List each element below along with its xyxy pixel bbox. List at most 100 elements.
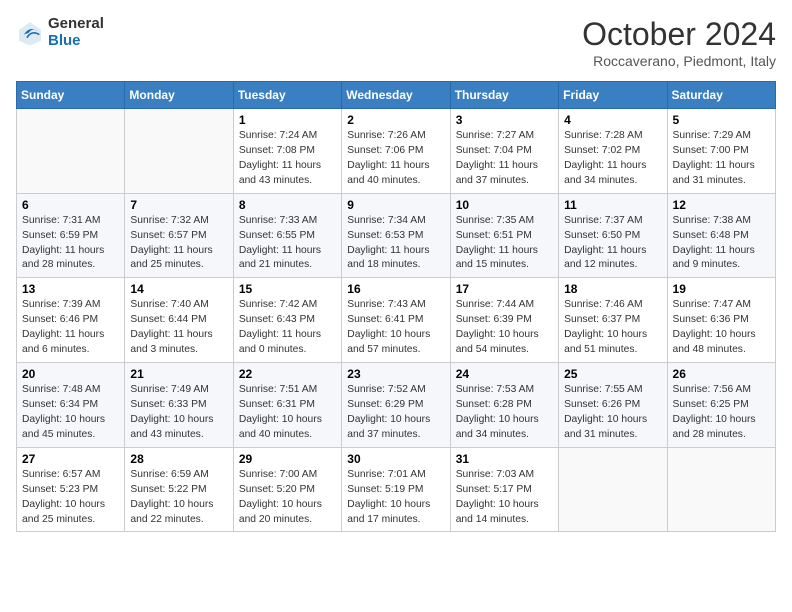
calendar-cell: 18 Sunrise: 7:46 AM Sunset: 6:37 PM Dayli… [559, 278, 667, 363]
day-info: Sunrise: 7:38 AM Sunset: 6:48 PM Dayligh… [673, 214, 770, 274]
calendar-cell: 23 Sunrise: 7:52 AM Sunset: 6:29 PM Dayli… [342, 363, 450, 448]
calendar-cell: 20 Sunrise: 7:48 AM Sunset: 6:34 PM Dayli… [17, 363, 125, 448]
day-number: 9 [347, 198, 444, 212]
day-info: Sunrise: 7:34 AM Sunset: 6:53 PM Dayligh… [347, 214, 444, 274]
calendar-cell: 21Sunrise: 7:49 AM Sunset: 6:33 PM Dayli… [125, 363, 233, 448]
calendar-week-row: 27Sunrise: 6:57 AM Sunset: 5:23 PM Dayli… [17, 447, 776, 532]
day-info: Sunrise: 6:59 AM Sunset: 5:22 PM Dayligh… [130, 468, 227, 528]
day-number: 21 [130, 367, 227, 381]
day-number: 27 [22, 452, 119, 466]
day-number: 5 [673, 113, 770, 127]
calendar-cell: 13Sunrise: 7:39 AM Sunset: 6:46 PM Dayli… [17, 278, 125, 363]
calendar-cell: 11 Sunrise: 7:37 AM Sunset: 6:50 PM Dayli… [559, 193, 667, 278]
calendar-cell: 1 Sunrise: 7:24 AM Sunset: 7:08 PM Daylig… [233, 109, 341, 194]
calendar-cell: 17 Sunrise: 7:44 AM Sunset: 6:39 PM Dayli… [450, 278, 558, 363]
day-number: 18 [564, 282, 661, 296]
calendar-cell: 26 Sunrise: 7:56 AM Sunset: 6:25 PM Dayli… [667, 363, 775, 448]
day-number: 24 [456, 367, 553, 381]
calendar-cell: 28 Sunrise: 6:59 AM Sunset: 5:22 PM Dayli… [125, 447, 233, 532]
calendar-cell [17, 109, 125, 194]
column-header-tuesday: Tuesday [233, 82, 341, 109]
day-info: Sunrise: 7:32 AM Sunset: 6:57 PM Dayligh… [130, 214, 227, 274]
calendar-cell: 22 Sunrise: 7:51 AM Sunset: 6:31 PM Dayli… [233, 363, 341, 448]
calendar-week-row: 13Sunrise: 7:39 AM Sunset: 6:46 PM Dayli… [17, 278, 776, 363]
day-number: 11 [564, 198, 661, 212]
day-info: Sunrise: 7:35 AM Sunset: 6:51 PM Dayligh… [456, 214, 553, 274]
day-info: Sunrise: 7:03 AM Sunset: 5:17 PM Dayligh… [456, 468, 553, 528]
calendar-cell: 19 Sunrise: 7:47 AM Sunset: 6:36 PM Dayli… [667, 278, 775, 363]
calendar-cell: 7Sunrise: 7:32 AM Sunset: 6:57 PM Daylig… [125, 193, 233, 278]
day-info: Sunrise: 7:51 AM Sunset: 6:31 PM Dayligh… [239, 383, 336, 443]
column-header-saturday: Saturday [667, 82, 775, 109]
day-info: Sunrise: 7:26 AM Sunset: 7:06 PM Dayligh… [347, 129, 444, 189]
day-number: 20 [22, 367, 119, 381]
day-info: Sunrise: 7:44 AM Sunset: 6:39 PM Dayligh… [456, 298, 553, 358]
calendar-cell: 16 Sunrise: 7:43 AM Sunset: 6:41 PM Dayli… [342, 278, 450, 363]
column-header-sunday: Sunday [17, 82, 125, 109]
location-text: Roccaverano, Piedmont, Italy [582, 53, 776, 69]
day-number: 19 [673, 282, 770, 296]
day-info: Sunrise: 7:56 AM Sunset: 6:25 PM Dayligh… [673, 383, 770, 443]
calendar-week-row: 6 Sunrise: 7:31 AM Sunset: 6:59 PM Daylig… [17, 193, 776, 278]
calendar-cell: 10 Sunrise: 7:35 AM Sunset: 6:51 PM Dayli… [450, 193, 558, 278]
day-number: 25 [564, 367, 661, 381]
calendar-cell: 24 Sunrise: 7:53 AM Sunset: 6:28 PM Dayli… [450, 363, 558, 448]
calendar-cell: 9 Sunrise: 7:34 AM Sunset: 6:53 PM Daylig… [342, 193, 450, 278]
day-info: Sunrise: 7:52 AM Sunset: 6:29 PM Dayligh… [347, 383, 444, 443]
day-number: 29 [239, 452, 336, 466]
day-number: 4 [564, 113, 661, 127]
day-info: Sunrise: 7:01 AM Sunset: 5:19 PM Dayligh… [347, 468, 444, 528]
calendar-cell: 30Sunrise: 7:01 AM Sunset: 5:19 PM Dayli… [342, 447, 450, 532]
calendar-header-row: SundayMondayTuesdayWednesdayThursdayFrid… [17, 82, 776, 109]
calendar-cell: 5Sunrise: 7:29 AM Sunset: 7:00 PM Daylig… [667, 109, 775, 194]
day-number: 1 [239, 113, 336, 127]
day-number: 17 [456, 282, 553, 296]
day-info: Sunrise: 7:47 AM Sunset: 6:36 PM Dayligh… [673, 298, 770, 358]
calendar-cell [559, 447, 667, 532]
column-header-friday: Friday [559, 82, 667, 109]
calendar-cell: 29 Sunrise: 7:00 AM Sunset: 5:20 PM Dayli… [233, 447, 341, 532]
column-header-wednesday: Wednesday [342, 82, 450, 109]
day-number: 26 [673, 367, 770, 381]
calendar-cell: 4 Sunrise: 7:28 AM Sunset: 7:02 PM Daylig… [559, 109, 667, 194]
day-number: 16 [347, 282, 444, 296]
day-number: 13 [22, 282, 119, 296]
calendar-cell: 15Sunrise: 7:42 AM Sunset: 6:43 PM Dayli… [233, 278, 341, 363]
day-info: Sunrise: 7:31 AM Sunset: 6:59 PM Dayligh… [22, 214, 119, 274]
day-info: Sunrise: 7:24 AM Sunset: 7:08 PM Dayligh… [239, 129, 336, 189]
day-info: Sunrise: 7:48 AM Sunset: 6:34 PM Dayligh… [22, 383, 119, 443]
day-info: Sunrise: 7:53 AM Sunset: 6:28 PM Dayligh… [456, 383, 553, 443]
day-info: Sunrise: 7:37 AM Sunset: 6:50 PM Dayligh… [564, 214, 661, 274]
day-number: 23 [347, 367, 444, 381]
day-info: Sunrise: 7:00 AM Sunset: 5:20 PM Dayligh… [239, 468, 336, 528]
calendar-cell: 25 Sunrise: 7:55 AM Sunset: 6:26 PM Dayli… [559, 363, 667, 448]
calendar-cell [667, 447, 775, 532]
day-number: 2 [347, 113, 444, 127]
day-info: Sunrise: 7:46 AM Sunset: 6:37 PM Dayligh… [564, 298, 661, 358]
month-title: October 2024 [582, 16, 776, 53]
day-number: 10 [456, 198, 553, 212]
day-number: 28 [130, 452, 227, 466]
logo: General Blue [16, 16, 104, 49]
day-info: Sunrise: 7:43 AM Sunset: 6:41 PM Dayligh… [347, 298, 444, 358]
day-info: Sunrise: 7:28 AM Sunset: 7:02 PM Dayligh… [564, 129, 661, 189]
calendar-cell: 31Sunrise: 7:03 AM Sunset: 5:17 PM Dayli… [450, 447, 558, 532]
day-number: 22 [239, 367, 336, 381]
day-number: 15 [239, 282, 336, 296]
calendar-cell: 14Sunrise: 7:40 AM Sunset: 6:44 PM Dayli… [125, 278, 233, 363]
page-header: General Blue October 2024 Roccaverano, P… [16, 16, 776, 69]
logo-general-text: General [48, 16, 104, 33]
day-number: 8 [239, 198, 336, 212]
logo-text: General Blue [48, 16, 104, 49]
calendar-week-row: 1 Sunrise: 7:24 AM Sunset: 7:08 PM Daylig… [17, 109, 776, 194]
column-header-monday: Monday [125, 82, 233, 109]
calendar-cell: 3Sunrise: 7:27 AM Sunset: 7:04 PM Daylig… [450, 109, 558, 194]
calendar-cell: 6 Sunrise: 7:31 AM Sunset: 6:59 PM Daylig… [17, 193, 125, 278]
day-info: Sunrise: 7:33 AM Sunset: 6:55 PM Dayligh… [239, 214, 336, 274]
logo-icon [16, 19, 44, 47]
day-number: 12 [673, 198, 770, 212]
title-block: October 2024 Roccaverano, Piedmont, Ital… [582, 16, 776, 69]
logo-blue-text: Blue [48, 33, 104, 50]
day-info: Sunrise: 7:55 AM Sunset: 6:26 PM Dayligh… [564, 383, 661, 443]
day-number: 6 [22, 198, 119, 212]
